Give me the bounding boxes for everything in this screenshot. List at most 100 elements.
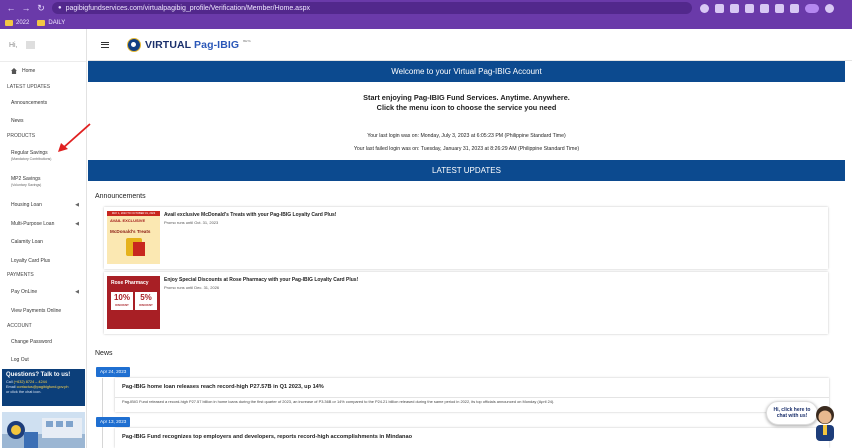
user-photo — [25, 41, 35, 49]
puzzle-icon[interactable] — [775, 3, 784, 13]
promo-image-discount-2: 5% DISCOUNT — [135, 292, 157, 310]
browser-actions — [700, 3, 834, 13]
last-login: Your last login was on: Monday, July 3, … — [367, 133, 566, 139]
browser-menu-icon[interactable] — [825, 3, 834, 13]
back-icon[interactable]: ← — [6, 3, 16, 13]
news-body: Pag-IBIG Fund released a record-high P27… — [122, 399, 555, 404]
sidebar-item-pay-online[interactable]: Pay OnLine ◀ — [0, 289, 87, 295]
share-icon[interactable] — [730, 3, 739, 13]
mcdonalds-promo-image: MAY 1, 2023 TO OCTOBER 31, 2023 AVAIL EX… — [107, 211, 160, 264]
sidebar-item-label: Multi-Purpose Loan — [11, 221, 55, 227]
news-divider — [115, 397, 829, 398]
office-illustration — [2, 412, 85, 448]
sidebar-item-label: Home — [22, 68, 36, 74]
logo-text-a: VIRTUAL — [145, 38, 195, 51]
site-header: VIRTUAL Pag-IBIG BETA — [88, 29, 852, 61]
help-call-label: Call — [6, 380, 13, 384]
sidebar-item-calamity-loan[interactable]: Calamity Loan — [0, 239, 87, 245]
promo-image-brand: Rose Pharmacy — [111, 280, 149, 286]
latest-updates-banner: LATEST UPDATES — [88, 160, 845, 181]
promo-image-body: AVAIL EXCLUSIVE McDonald's Treats — [107, 216, 160, 264]
news-title[interactable]: Pag-IBIG home loan releases reach record… — [122, 384, 324, 390]
news-card[interactable]: Pag-IBIG home loan releases reach record… — [115, 378, 829, 412]
sidebar-item-change-password[interactable]: Change Password — [0, 339, 87, 345]
lock-icon: ● — [58, 5, 62, 11]
promo-image-line2: McDonald's Treats — [110, 229, 151, 234]
profile-avatar[interactable] — [805, 3, 819, 13]
sidebar-item-label: MP2 Savings — [11, 176, 41, 182]
news-date-badge: Apr 24, 2023 — [96, 367, 131, 377]
sidebar-item-announcements[interactable]: Announcements — [0, 100, 87, 106]
virtual-pagibig-logo[interactable]: VIRTUAL Pag-IBIG BETA — [127, 37, 251, 52]
news-date-badge: Apr 13, 2023 — [96, 417, 131, 427]
news-title[interactable]: Pag-IBIG Fund recognizes top employers a… — [122, 434, 412, 440]
hamburger-menu-icon[interactable] — [101, 41, 109, 48]
sidebar-toggle-icon[interactable] — [790, 3, 799, 13]
logo-text: VIRTUAL Pag-IBIG — [145, 39, 239, 51]
login-info: Your last login was on: Monday, July 3, … — [88, 130, 845, 156]
folder-icon — [37, 19, 46, 26]
logo-text-b: Pag-IBIG — [194, 38, 240, 51]
app-window: ← → ↻ ● pagibigfundservices.com/virtualp… — [0, 0, 852, 448]
news-heading: News — [95, 350, 113, 357]
announcement-title[interactable]: Avail exclusive McDonald's Treats with y… — [164, 212, 336, 218]
sidebar-item-sublabel: (Mandatory Contributions) — [11, 157, 52, 161]
address-bar[interactable]: ● pagibigfundservices.com/virtualpagibig… — [52, 2, 692, 14]
chat-bubble-text: Hi, click here to chat with us! — [774, 407, 811, 419]
promo-image-discount-1: 10% DISCOUNT — [111, 292, 133, 310]
announcement-title[interactable]: Enjoy Special Discounts at Rose Pharmacy… — [164, 277, 358, 283]
sidebar-item-log-out[interactable]: Log Out — [0, 357, 87, 363]
welcome-banner: Welcome to your Virtual Pag-IBIG Account — [88, 61, 845, 82]
announcement-card[interactable]: Rose Pharmacy 10% DISCOUNT 5% DISCOUNT E… — [104, 272, 828, 334]
pagibig-seal-icon — [127, 37, 141, 52]
announcement-card[interactable]: MAY 1, 2023 TO OCTOBER 31, 2023 AVAIL EX… — [104, 207, 828, 269]
help-chat-line: or click the chat icon. — [6, 390, 42, 394]
news-card[interactable]: Pag-IBIG Fund recognizes top employers a… — [115, 428, 829, 448]
announcement-subtitle: Promo runs until Oct. 31, 2023 — [164, 220, 219, 225]
help-box: Questions? Talk to us! Call (+632) 8724 … — [2, 369, 85, 406]
discount-value: 10% — [113, 293, 130, 302]
folder-icon — [5, 19, 13, 26]
bookmark-label: DAILY — [48, 19, 66, 26]
welcome-tagline: Start enjoying Pag-IBIG Fund Services. A… — [88, 93, 845, 113]
sidebar-item-sublabel: (Voluntary Savings) — [11, 183, 42, 187]
sidebar-item-loyalty-card-plus[interactable]: Loyalty Card Plus — [0, 258, 87, 264]
chat-mascot-icon[interactable] — [812, 404, 838, 444]
discount-value: 5% — [140, 293, 152, 302]
bookmarks-bar: 2022 DAILY — [0, 16, 852, 29]
sidebar-item-home[interactable]: Home — [0, 68, 87, 74]
tagline-line-1: Start enjoying Pag-IBIG Fund Services. A… — [363, 93, 570, 102]
section-account: ACCOUNT — [7, 323, 32, 329]
google-lens-icon[interactable] — [700, 3, 709, 13]
bookmark-star-icon[interactable] — [745, 3, 754, 13]
browser-toolbar: ← → ↻ ● pagibigfundservices.com/virtualp… — [0, 0, 852, 16]
chat-bubble[interactable]: Hi, click here to chat with us! — [766, 401, 818, 425]
sidebar-item-mp2-savings[interactable]: MP2 Savings (Voluntary Savings) — [0, 176, 87, 187]
zoom-icon[interactable] — [715, 3, 724, 13]
sidebar-item-view-payments-online[interactable]: View Payments Online — [0, 308, 87, 314]
help-title: Questions? Talk to us! — [6, 372, 71, 378]
extension-icon[interactable] — [760, 3, 769, 13]
sidebar-user: Hi, — [0, 29, 86, 62]
section-payments: PAYMENTS — [7, 272, 34, 278]
chevron-left-icon: ◀ — [75, 202, 79, 208]
help-call-number[interactable]: (+632) 8724 – 4244 — [14, 380, 47, 384]
bookmark-folder-daily[interactable]: DAILY — [37, 19, 66, 26]
sidebar-item-multi-purpose-loan[interactable]: Multi-Purpose Loan ◀ — [0, 221, 87, 227]
burger-box-icon — [133, 242, 145, 256]
home-icon — [11, 68, 17, 74]
help-email-address[interactable]: contactus@pagibigfund.gov.ph — [17, 385, 69, 389]
sidebar: Hi, Home LATEST UPDATES Announcements Ne… — [0, 29, 87, 448]
chevron-left-icon: ◀ — [75, 221, 79, 227]
greeting: Hi, — [9, 41, 18, 49]
sidebar-item-housing-loan[interactable]: Housing Loan ◀ — [0, 202, 87, 208]
bookmark-folder-2022[interactable]: 2022 — [5, 19, 30, 26]
forward-icon[interactable]: → — [21, 3, 31, 13]
tagline-line-2: Click the menu icon to choose the servic… — [376, 103, 557, 112]
reload-icon[interactable]: ↻ — [36, 3, 46, 14]
logo-beta: BETA — [243, 38, 251, 43]
last-failed-login: Your last failed login was on: Tuesday, … — [353, 146, 580, 152]
chevron-left-icon: ◀ — [75, 289, 79, 295]
promo-image-line1: AVAIL EXCLUSIVE — [110, 218, 146, 223]
bookmark-label: 2022 — [16, 19, 30, 26]
